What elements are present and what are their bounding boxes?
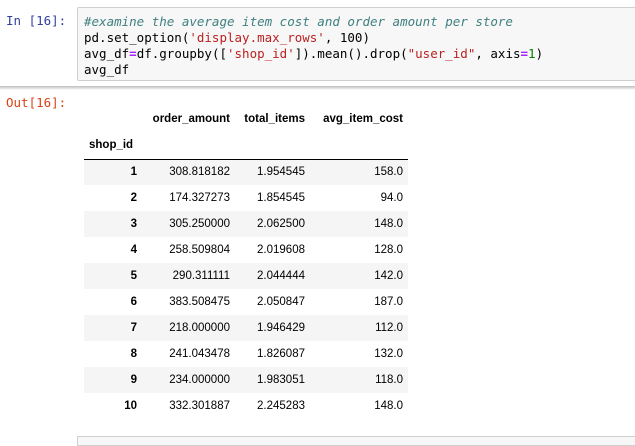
table-row: 10 332.301887 2.245283 148.0 [84,393,408,419]
row-index: 4 [130,244,137,256]
code-editor[interactable]: #examine the average item cost and order… [84,14,543,78]
dataframe-table: order_amount total_items avg_item_cost s… [84,107,408,419]
row-index: 10 [124,400,137,412]
table-cell: 1.954545 [257,166,305,179]
code-token: = [520,46,529,61]
code-token: = [129,46,137,61]
table-cell: 158.0 [374,166,403,179]
table-cell: 290.311111 [172,270,230,282]
row-index: 5 [130,270,137,282]
table-cell: 118.0 [375,374,403,386]
table-cell: 128.0 [374,244,403,256]
table-cell: 1.826087 [257,348,305,360]
output-prompt: Out[16]: [6,95,67,110]
code-token: ) [535,46,544,61]
row-index: 8 [130,348,137,360]
table-cell: 94.0 [380,192,403,204]
index-name: shop_id [89,138,134,151]
code-token: , axis [475,46,521,61]
table-cell: 1.983051 [257,374,305,386]
table-cell: 383.508475 [169,296,230,308]
table-cell: 2.245283 [257,400,305,412]
code-token: avg_df [84,46,130,61]
code-token: ]).mean().drop( [294,46,408,61]
code-token: , 100) [324,30,370,45]
code-token: pd.set_option( [84,30,190,45]
table-row: 4 258.509804 2.019608 128.0 [84,237,408,263]
code-token: 'shop_id' [227,46,295,61]
table-row: 3 305.250000 2.062500 148.0 [84,211,408,237]
table-cell: 305.250000 [169,218,230,230]
table-cell: 2.050847 [257,296,305,308]
table-cell: 332.301887 [169,400,230,412]
column-header: avg_item_cost [323,113,403,125]
blank-header [84,107,142,131]
column-header: total_items [244,113,305,125]
index-name-row: shop_id [84,131,408,159]
table-row: 2 174.327273 1.854545 94.0 [84,185,408,211]
table-cell: 1.854545 [257,192,305,204]
table-cell: 112.0 [375,322,403,334]
table-cell: 148.0 [374,400,403,412]
code-token: 1 [528,46,536,61]
row-index: 7 [130,322,137,334]
table-cell: 1.946429 [257,322,305,334]
row-index: 9 [130,374,137,386]
code-input-area[interactable]: #examine the average item cost and order… [77,7,635,81]
table-cell: 174.327273 [169,192,230,204]
table-row: 6 383.508475 2.050847 187.0 [84,289,408,315]
row-index: 3 [130,218,137,230]
code-token: avg_df [84,62,130,77]
input-prompt: In [16]: [6,13,67,28]
table-body: 1 308.818182 1.954545 158.0 2 174.327273 1.854… [84,159,408,419]
cell-divider-shadow [0,86,635,90]
table-row: 1 308.818182 1.954545 158.0 [84,159,408,185]
row-index: 6 [130,296,137,308]
row-index: 2 [130,192,137,204]
column-header: order_amount [152,113,230,125]
code-token: #examine the average item cost and order… [84,14,513,29]
table-cell: 2.062500 [257,218,305,230]
column-header-row: order_amount total_items avg_item_cost [84,107,408,131]
table-cell: 218.000000 [169,322,230,334]
code-token: df.groupby([ [136,46,227,61]
table-row: 8 241.043478 1.826087 132.0 [84,341,408,367]
table-cell: 2.019608 [257,244,305,256]
table-cell: 258.509804 [169,244,230,256]
table-cell: 148.0 [374,218,403,230]
table-cell: 142.0 [374,270,403,282]
table-row: 9 234.000000 1.983051 118.0 [84,367,408,393]
next-cell-input[interactable] [77,436,635,446]
row-index: 1 [130,166,137,179]
table-row: 7 218.000000 1.946429 112.0 [84,315,408,341]
code-token: "user_id" [407,46,476,61]
code-token: 'display.max_rows' [189,30,325,45]
table-cell: 132.0 [374,348,403,360]
table-cell: 241.043478 [169,348,230,360]
table-cell: 308.818182 [169,166,230,179]
table-cell: 234.000000 [169,374,230,386]
table-cell: 2.044444 [257,270,305,282]
table-row: 5 290.311111 2.044444 142.0 [84,263,408,289]
table-cell: 187.0 [374,296,403,308]
